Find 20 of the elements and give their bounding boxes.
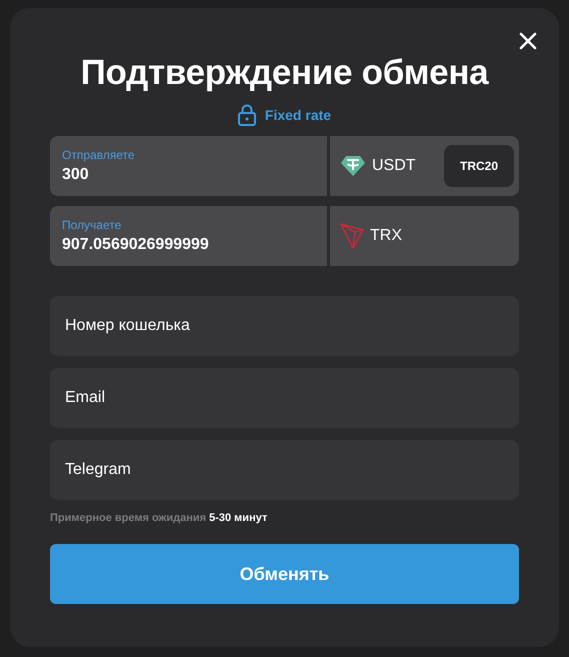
close-icon[interactable] <box>519 32 537 50</box>
dialog-title: Подтверждение обмена <box>80 52 490 94</box>
network-button[interactable]: TRC20 <box>444 145 514 187</box>
amount-field[interactable]: Получаете 907.0569026999999 <box>50 206 327 266</box>
rate-label: Fixed rate <box>264 107 332 123</box>
amount-value: 300 <box>62 166 90 184</box>
amount-label: Получаете <box>62 218 122 232</box>
diamond-coin-icon <box>340 155 366 177</box>
input-field[interactable]: Email <box>50 368 519 428</box>
currency-name: TRX <box>370 227 403 245</box>
currency-name: USDT <box>372 157 417 175</box>
amount-label: Отправляете <box>62 148 136 162</box>
wait-time-note: Примерное время ожидания 5-30 минут <box>50 512 268 524</box>
input-field[interactable]: Номер кошелька <box>50 296 519 356</box>
input-field[interactable]: Telegram <box>50 440 519 500</box>
triangle-coin-icon <box>340 223 364 249</box>
currency-selector[interactable]: TRX <box>330 206 519 266</box>
amount-field[interactable]: Отправляете 300 <box>50 136 327 196</box>
currency-selector[interactable]: USDT TRC20 <box>330 136 519 196</box>
amount-value: 907.0569026999999 <box>62 236 210 254</box>
